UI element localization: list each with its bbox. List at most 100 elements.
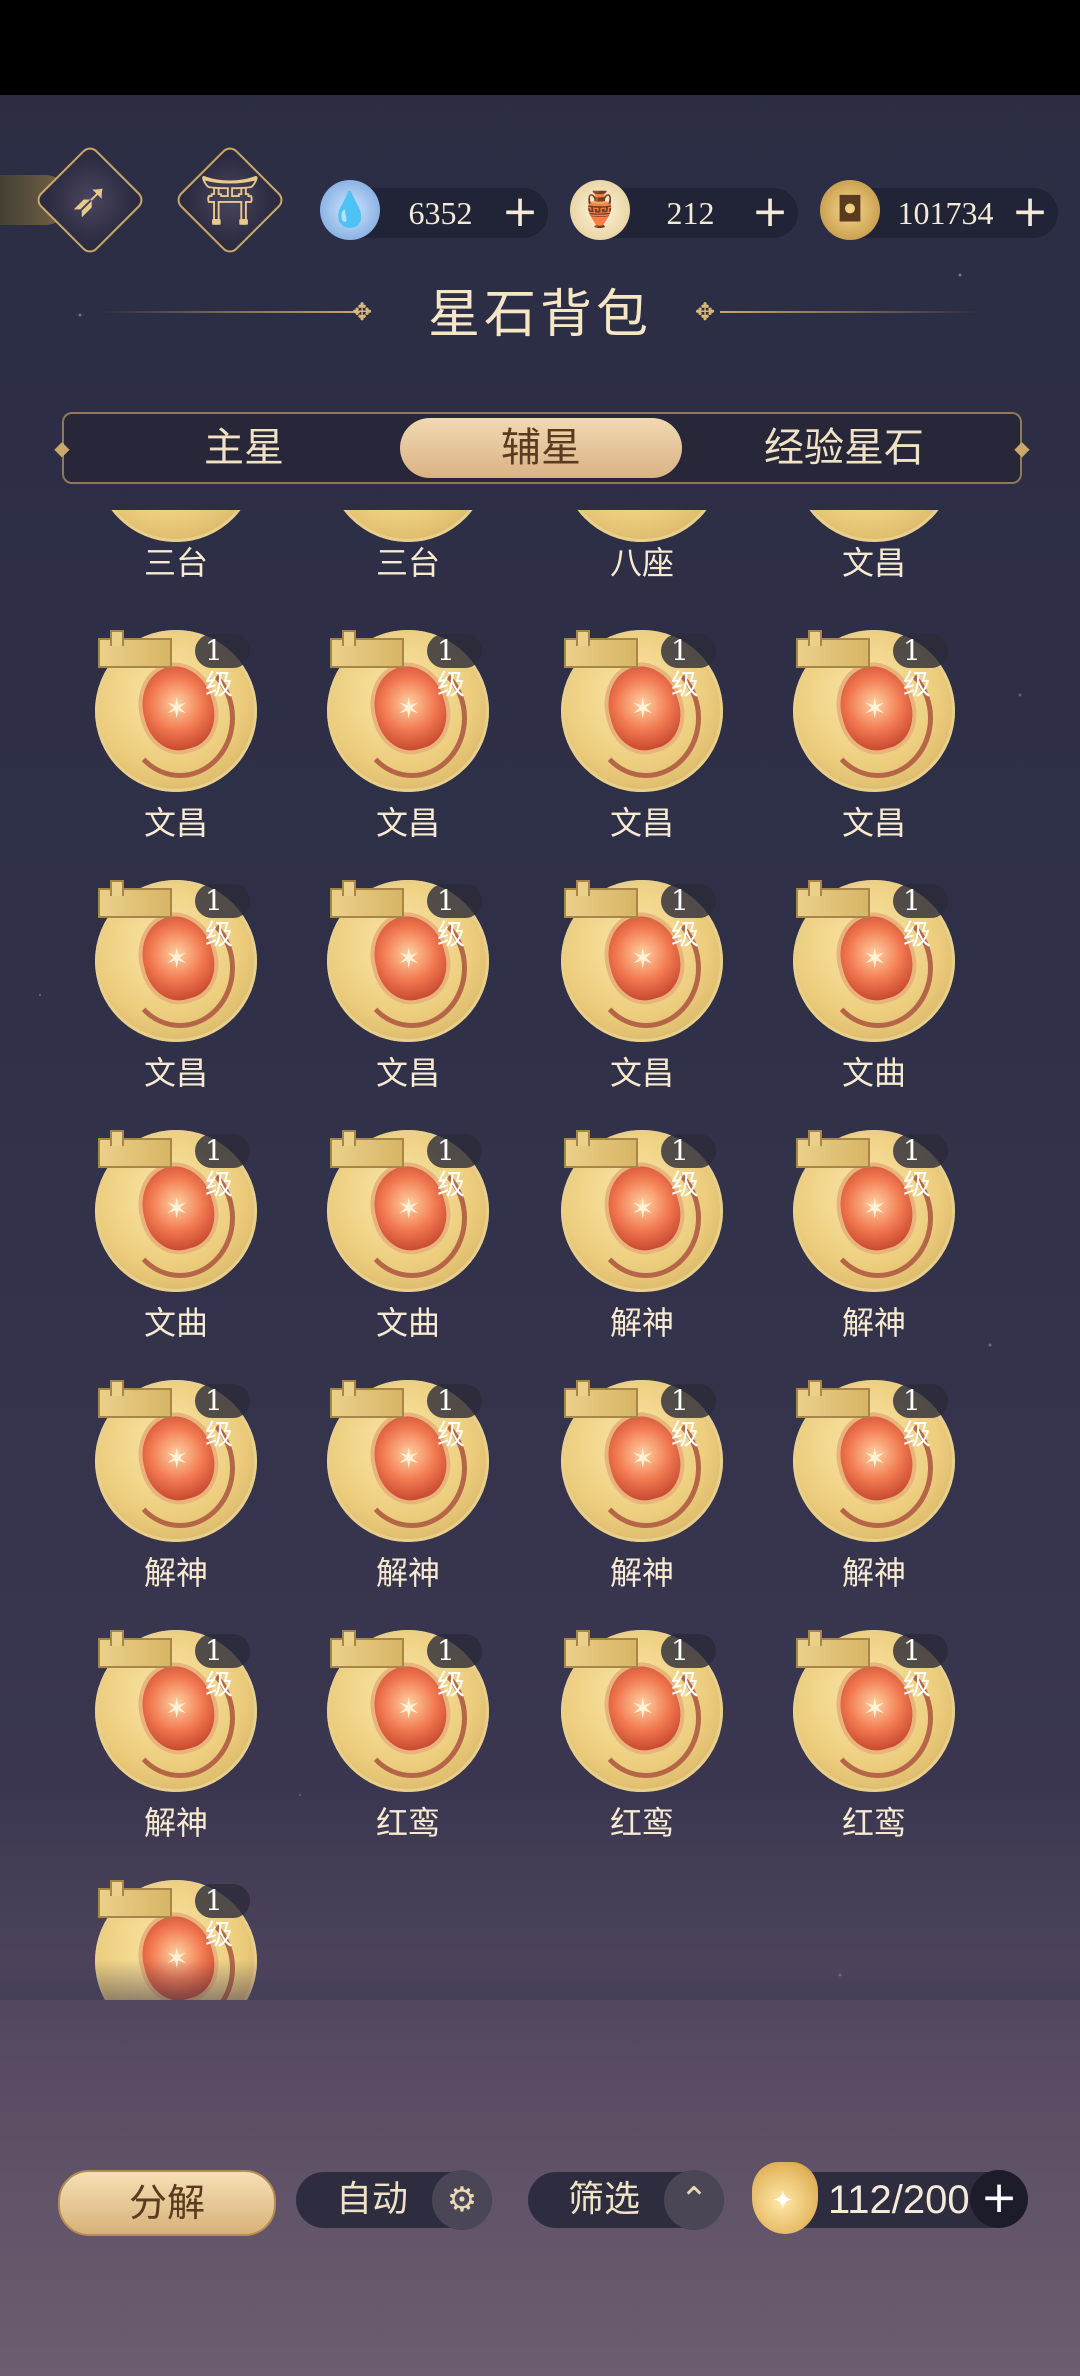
star-stone-name: 文昌: [841, 544, 906, 582]
star-stone-name: 解神: [609, 1304, 674, 1342]
currency-coin: ◘ 101734 +: [820, 180, 1058, 240]
flag-icon: [796, 880, 870, 918]
star-stone-item[interactable]: ✶ 1级 文昌: [516, 630, 723, 880]
add-gourd-button[interactable]: +: [750, 188, 790, 238]
sparkle-icon: ✶: [397, 1192, 421, 1225]
star-stone-item[interactable]: ✶ 1级 解神: [748, 1380, 955, 1630]
auto-button[interactable]: 自动 ⚙: [296, 2170, 492, 2230]
sparkle-icon: ✶: [397, 942, 421, 975]
flag-icon: [98, 1380, 172, 1418]
star-stone-item[interactable]: ✶ 1级 解神: [50, 1380, 257, 1630]
title-ornament-right: ✥: [695, 298, 716, 326]
star-stone-name: 三台: [143, 544, 208, 582]
level-badge: 1级: [195, 634, 250, 701]
flag-icon: [330, 880, 404, 918]
level-badge: 1级: [661, 634, 716, 701]
star-stone-item[interactable]: ✶ 1级解神: [748, 1130, 955, 1380]
level-badge: 1级: [893, 884, 948, 951]
flag-icon: [796, 1130, 870, 1168]
star-stone-name: 文曲: [375, 1304, 440, 1342]
star-stone-item[interactable]: ✶ 1级 红鸾: [748, 1630, 955, 1880]
level-badge: 1级: [427, 1134, 482, 1201]
flag-icon: [564, 630, 638, 668]
star-stone-name: 红鸾: [841, 1804, 906, 1842]
title-line-right: [720, 311, 980, 313]
level-badge: 1级: [195, 1384, 250, 1451]
star-stone-item[interactable]: ✶ 1级 解神: [516, 1130, 723, 1380]
flag-icon: [564, 880, 638, 918]
sparkle-icon: ✶: [165, 1692, 189, 1725]
level-badge: 1级: [427, 1634, 482, 1701]
tab-aux-star[interactable]: 辅星: [400, 418, 682, 478]
star-stone-item[interactable]: ✶ 1级 文昌: [282, 880, 489, 1130]
sparkle-icon: ✶: [397, 692, 421, 725]
sparkle-icon: ✶: [631, 692, 655, 725]
sparkle-icon: ✶: [863, 692, 887, 725]
star-stone-name: 解神: [841, 1304, 906, 1342]
level-badge: 1级: [893, 1634, 948, 1701]
level-badge: 1级: [427, 1384, 482, 1451]
level-badge: 1级: [661, 884, 716, 951]
level-badge: 1级: [195, 1884, 250, 1951]
filter-button[interactable]: 筛选 ⌃: [528, 2170, 724, 2230]
page-title: 星石背包: [427, 285, 652, 345]
bag-capacity-value: 112/200: [828, 2178, 970, 2222]
star-stone-item[interactable]: ✶ 1级 红鸾: [282, 1630, 489, 1880]
star-stone-item[interactable]: ✶ 1级 解神: [516, 1380, 723, 1630]
sparkle-icon: ✶: [631, 1442, 655, 1475]
back-arrow-icon: ➶: [69, 172, 111, 228]
flag-icon: [330, 1630, 404, 1668]
category-tabs: ◆ 主星 辅星 经验星石 ◆: [54, 412, 1030, 484]
sparkle-icon: ✶: [631, 1692, 655, 1725]
star-stone-item[interactable]: ✶ 1级文昌: [516, 880, 723, 1130]
tab-cap-right-icon: ◆: [1014, 436, 1030, 460]
star-stone-name: 解神: [841, 1554, 906, 1592]
star-stone-name: 文昌: [143, 1054, 208, 1092]
star-stone-name: 文昌: [609, 1054, 674, 1092]
star-stone-name: 文曲: [143, 1304, 208, 1342]
star-stone-name: 解神: [143, 1804, 208, 1842]
tab-cap-left-icon: ◆: [54, 436, 70, 460]
level-badge: 1级: [893, 1134, 948, 1201]
star-stone-item[interactable]: ✶ 1级 解神: [282, 1380, 489, 1630]
sparkle-icon: ✶: [165, 1192, 189, 1225]
tab-exp-stone[interactable]: 经验星石: [694, 414, 994, 482]
flag-icon: [98, 880, 172, 918]
flag-icon: [796, 1630, 870, 1668]
pavilion-icon: ⛩: [199, 172, 261, 229]
sparkle-icon: ✶: [631, 942, 655, 975]
star-stone-item[interactable]: ✶ 1级 文昌: [282, 630, 489, 880]
level-badge: 1级: [893, 634, 948, 701]
star-stone-item[interactable]: ✶ 1级 文昌: [50, 880, 257, 1130]
star-stone-item[interactable]: ✶ 1级解神: [50, 1630, 257, 1880]
water-drop-icon: 💧: [320, 180, 380, 240]
gear-icon: ⚙: [432, 2170, 492, 2230]
currency-gourd-value: 212: [666, 195, 715, 231]
star-stone-item[interactable]: ✶ 1级文曲: [282, 1130, 489, 1380]
back-button[interactable]: ➶: [33, 143, 147, 257]
sparkle-icon: ✶: [165, 692, 189, 725]
star-stone-name: 解神: [143, 1554, 208, 1592]
sparkle-icon: ✶: [863, 1442, 887, 1475]
bottom-bar: 分解 自动 ⚙ 筛选 ⌃ 112/200 +: [0, 2160, 1080, 2240]
star-stone-item[interactable]: ✶ 1级 文曲: [50, 1130, 257, 1380]
star-stone-item[interactable]: ✶ 1级 文昌: [50, 630, 257, 880]
level-badge: 1级: [195, 884, 250, 951]
star-stone-item[interactable]: ✶ 1级 红鸾: [516, 1630, 723, 1880]
flag-icon: [98, 1130, 172, 1168]
star-stone-item[interactable]: ✶ 1级 文昌: [748, 630, 955, 880]
decompose-button[interactable]: 分解: [58, 2170, 276, 2236]
star-stone-name: 红鸾: [375, 1804, 440, 1842]
add-coin-button[interactable]: +: [1010, 188, 1050, 238]
copper-coin-icon: ◘: [820, 180, 880, 240]
star-stone-name: 红鸾: [609, 1804, 674, 1842]
star-stone-name: 解神: [375, 1554, 440, 1592]
expand-bag-button[interactable]: +: [970, 2170, 1028, 2228]
add-water-button[interactable]: +: [500, 188, 540, 238]
tab-main-star[interactable]: 主星: [104, 414, 384, 482]
home-button[interactable]: ⛩: [173, 143, 287, 257]
flag-icon: [98, 1880, 172, 1918]
sparkle-icon: ✶: [863, 1192, 887, 1225]
star-stone-item[interactable]: ✶ 1级 文曲: [748, 880, 955, 1130]
level-badge: 1级: [195, 1634, 250, 1701]
